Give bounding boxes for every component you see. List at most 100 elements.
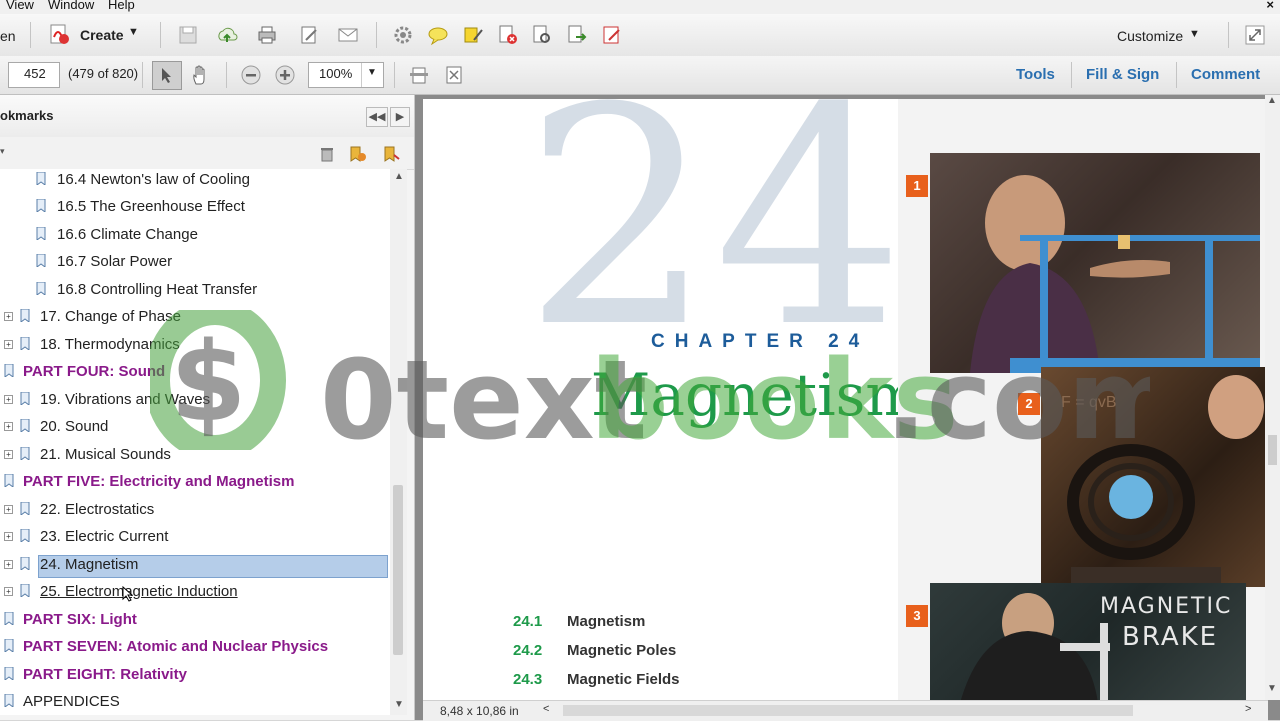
sign-document-icon[interactable] [601,24,623,46]
photo-magnet-demo [930,153,1260,373]
new-bookmark-icon[interactable] [348,145,368,163]
export-page-icon[interactable] [566,24,588,46]
bookmark-item[interactable]: PART FOUR: Sound [0,362,380,386]
select-tool-button[interactable] [152,61,182,90]
page-thumbnail-icon[interactable] [531,24,553,46]
expand-icon[interactable]: + [4,560,13,569]
bookmark-label: 19. Vibrations and Waves [40,391,211,408]
zoom-value: 100% [319,66,353,81]
options-dropdown-icon[interactable]: ▾ [0,146,5,157]
create-button[interactable]: Create ▼ [48,23,148,49]
zoom-out-icon[interactable] [240,64,262,86]
chevron-down-icon[interactable]: ▼ [1267,683,1277,694]
bookmark-item[interactable]: APPENDICES [0,692,380,715]
chevron-left-icon[interactable]: < [543,703,549,715]
bookmark-item[interactable]: + 25. Electromagnetic Induction [4,582,384,606]
bookmark-label: 16.6 Climate Change [57,226,198,243]
bookmark-item[interactable]: + 23. Electric Current [4,527,384,551]
bookmark-icon [36,227,46,240]
save-icon[interactable] [177,24,199,46]
customize-dropdown[interactable]: Customize ▼ [1110,27,1205,47]
bookmark-item[interactable]: PART SIX: Light [0,610,380,634]
edit-document-icon[interactable] [298,24,320,46]
bookmarks-toolbar: ▾ [0,137,414,170]
bookmark-item[interactable]: + 21. Musical Sounds [4,445,384,469]
bookmark-icon [4,612,14,625]
page-number-input[interactable]: 452 [8,62,60,88]
document-scrollbar[interactable]: ▲ ▼ [1265,95,1280,700]
photo-magnetic-brake: MAGNETIC BRAKE [930,583,1246,703]
bookmark-options-icon[interactable] [382,145,402,163]
horizontal-scroll-thumb[interactable] [563,705,1133,716]
highlight-text-icon[interactable] [462,24,484,46]
chevron-up-icon[interactable]: ▲ [394,171,404,182]
menu-help[interactable]: Help [108,0,135,12]
expand-icon[interactable]: + [4,395,13,404]
chevron-down-icon: ▼ [128,26,139,38]
bookmark-label: 24. Magnetism [40,556,139,573]
document-viewport: 24 CHAPTER 24 Magnetism 24.1 Magnetism 2… [415,95,1280,720]
fit-page-icon[interactable] [408,64,430,86]
comment-bubble-icon[interactable] [427,24,449,46]
hand-tool-icon[interactable] [190,64,212,86]
chevron-right-icon[interactable]: ▶ [390,107,410,127]
select-divider [361,63,362,87]
bookmark-scrollbar[interactable]: ▲ ▼ [390,169,407,715]
photo-magnetic-field: F = qvB [1041,367,1265,587]
comment-tab[interactable]: Comment [1191,66,1260,83]
bookmark-icon [36,199,46,212]
expand-icon[interactable]: + [4,505,13,514]
upload-cloud-icon[interactable] [216,24,238,46]
board-text-2: BRAKE [1122,622,1218,652]
bookmark-item[interactable]: + 22. Electrostatics [4,500,384,524]
bookmark-item[interactable]: PART EIGHT: Relativity [0,665,380,689]
chevron-right-icon[interactable]: > [1245,703,1251,715]
zoom-in-icon[interactable] [274,64,296,86]
bookmark-item[interactable]: + 20. Sound [4,417,384,441]
expand-icon[interactable] [1244,24,1266,46]
menu-view[interactable]: View [6,0,34,12]
bookmark-label: 16.7 Solar Power [57,253,173,270]
scroll-thumb[interactable] [1268,435,1277,465]
expand-icon[interactable]: + [4,312,13,321]
collapse-panel-button[interactable]: ◀◀ [366,107,388,127]
expand-icon[interactable]: + [4,450,13,459]
bookmark-tree: 16.4 Newton's law of Cooling 16.5 The Gr… [0,169,390,715]
trash-icon[interactable] [318,145,336,163]
chevron-up-icon[interactable]: ▲ [1267,95,1277,106]
close-window-button[interactable]: × [1266,0,1274,12]
bookmark-item[interactable]: PART FIVE: Electricity and Magnetism [0,472,380,496]
full-screen-icon[interactable] [443,64,465,86]
toc-number: 24.3 [513,671,543,688]
menu-bar: View Window Help × [0,0,1280,14]
bookmark-icon [4,667,14,680]
expand-icon[interactable]: + [4,422,13,431]
bookmark-item[interactable]: + 18. Thermodynamics [4,335,384,359]
expand-icon[interactable]: + [4,587,13,596]
photo-number-badge: 1 [906,175,928,197]
expand-icon[interactable]: + [4,340,13,349]
print-icon[interactable] [256,24,278,46]
bookmark-icon [36,282,46,295]
email-icon[interactable] [337,24,359,46]
open-button[interactable]: en [0,28,16,44]
bookmark-item[interactable]: PART SEVEN: Atomic and Nuclear Physics [0,637,380,661]
zoom-select[interactable]: 100% ▼ [308,62,384,88]
tools-tab[interactable]: Tools [1016,66,1055,83]
photo-number-badge: 3 [906,605,928,627]
chevron-down-icon[interactable]: ▼ [394,699,404,710]
create-pdf-icon [50,24,69,44]
delete-page-icon[interactable] [497,24,519,46]
bookmark-item-selected[interactable]: + 24. Magnetism [4,555,388,579]
board-formula: F = qvB [1061,394,1117,411]
gear-icon[interactable] [392,24,414,46]
expand-icon[interactable]: + [4,532,13,541]
scroll-thumb[interactable] [393,485,403,655]
toc-title: Magnetic Fields [567,671,680,688]
fill-sign-tab[interactable]: Fill & Sign [1086,66,1159,83]
bookmark-icon [20,502,30,515]
bookmark-item[interactable]: + 17. Change of Phase [4,307,384,331]
menu-window[interactable]: Window [48,0,94,12]
bookmark-item[interactable]: + 19. Vibrations and Waves [4,390,384,414]
toc-title: Magnetic Poles [567,642,677,659]
